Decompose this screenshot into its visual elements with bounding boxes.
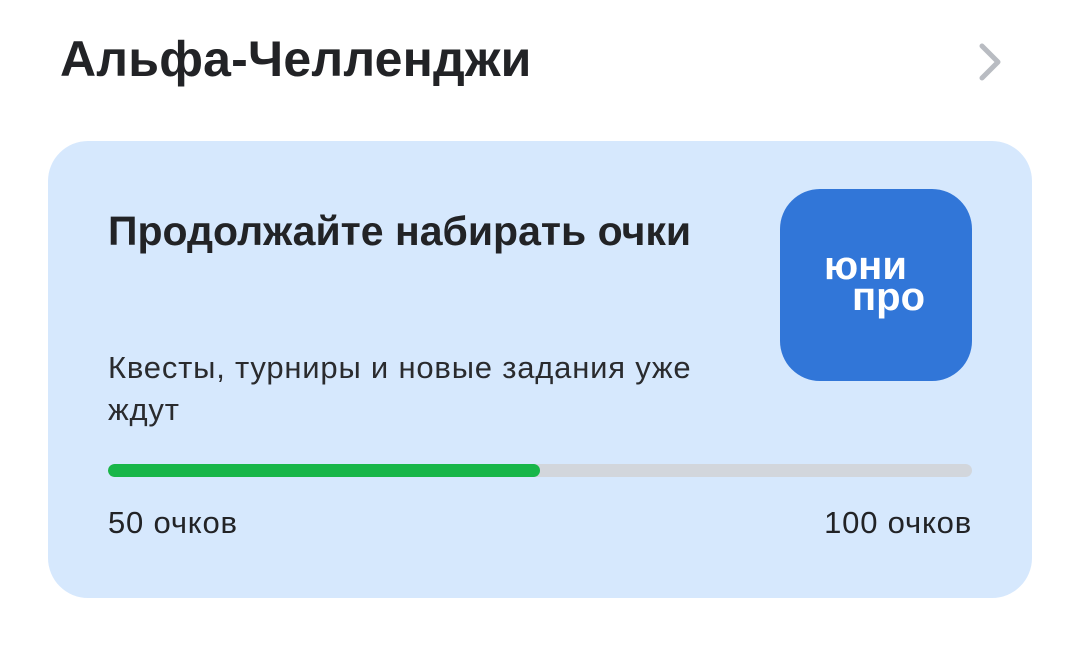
- logo-text-line2: про: [852, 275, 925, 319]
- unipro-logo: юни про: [780, 189, 972, 381]
- progress-max-label: 100 очков: [824, 505, 972, 540]
- section-title: Альфа-Челленджи: [60, 31, 532, 87]
- chevron-right-icon[interactable]: [976, 42, 1006, 82]
- challenge-card[interactable]: Продолжайте набирать очки Квесты, турнир…: [48, 141, 1032, 598]
- section-header[interactable]: Альфа-Челленджи: [60, 28, 1020, 98]
- card-subtitle: Квесты, турниры и новые задания уже ждут: [108, 350, 692, 427]
- progress-fill: [108, 464, 540, 477]
- progress-current-label: 50 очков: [108, 505, 238, 540]
- progress-bar: [108, 464, 972, 477]
- card-title: Продолжайте набирать очки: [108, 208, 692, 254]
